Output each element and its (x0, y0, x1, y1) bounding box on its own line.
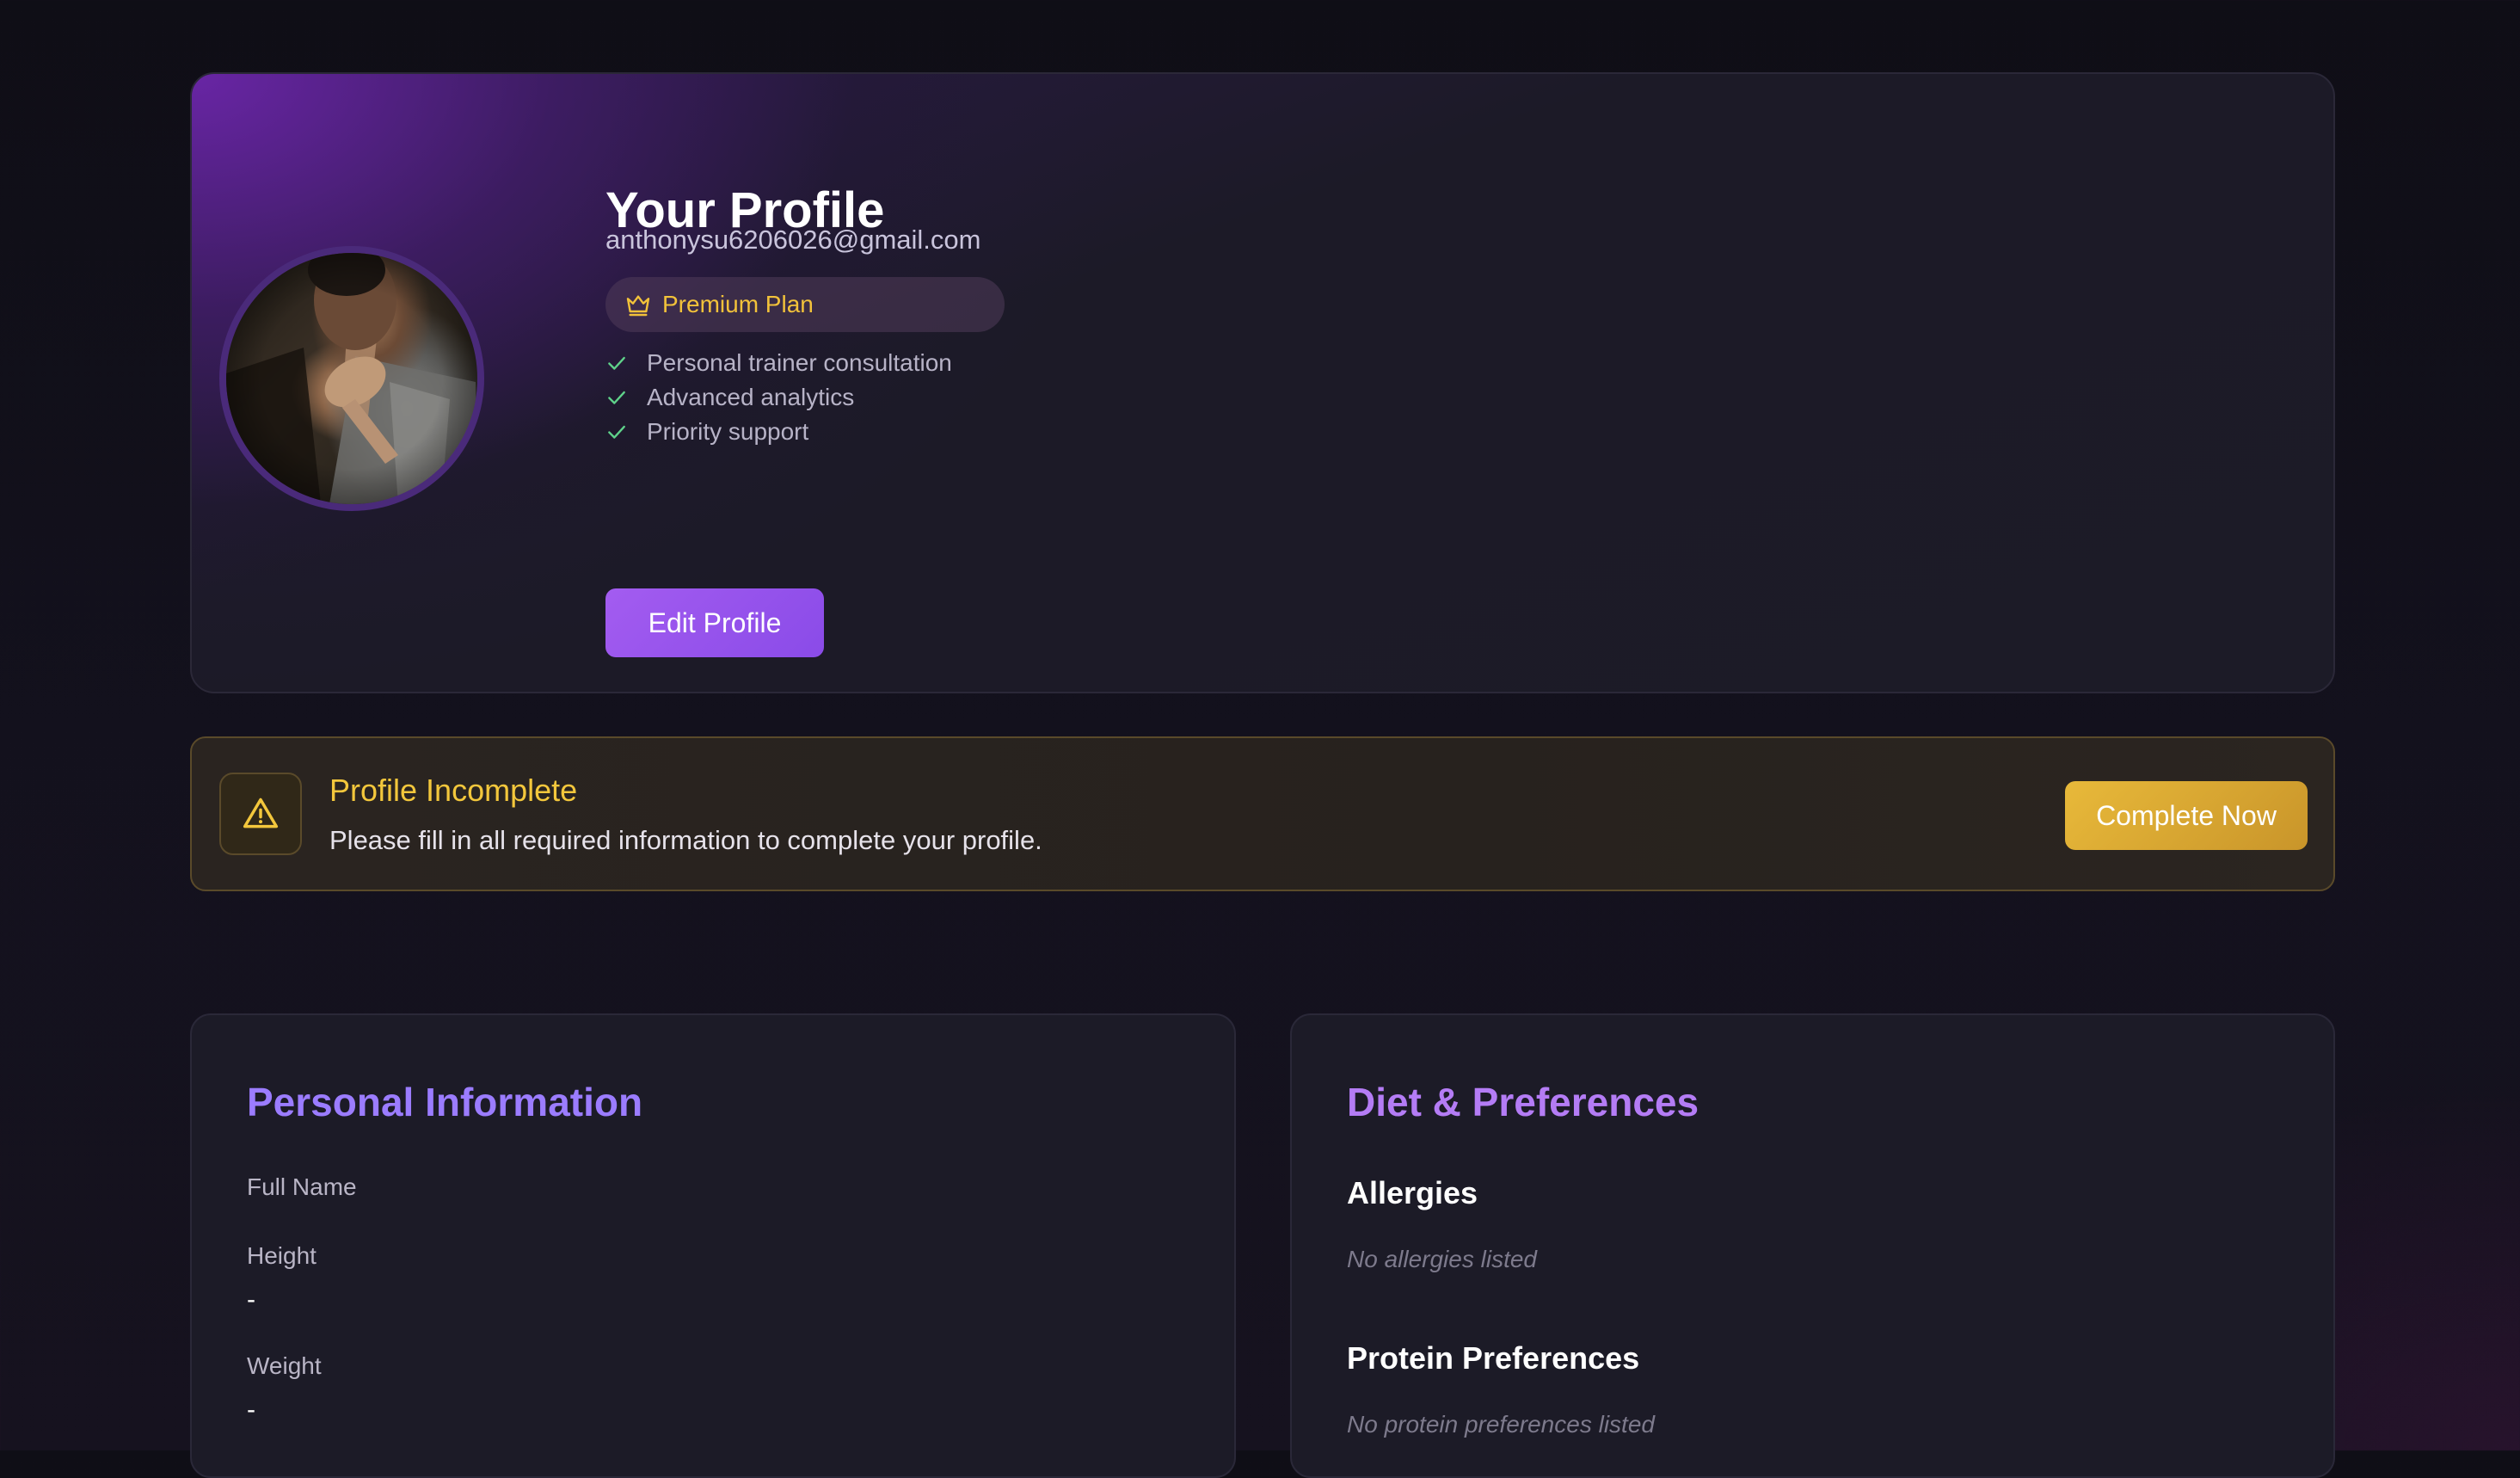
alert-title: Profile Incomplete (329, 773, 578, 808)
plan-badge: Premium Plan (605, 277, 1005, 332)
feature-label: Advanced analytics (647, 384, 855, 410)
profile-header-card: Your Profile anthonysu6206026@gmail.com … (190, 72, 2335, 693)
diet-preferences-card: Diet & Preferences Allergies No allergie… (1290, 1013, 2335, 1478)
check-icon (608, 425, 625, 439)
warning-triangle-icon (243, 798, 279, 828)
feature-item: Personal trainer consultation (605, 346, 952, 380)
height-value: - (247, 1285, 255, 1314)
profile-email: anthonysu6206026@gmail.com (605, 225, 981, 255)
height-label: Height (247, 1242, 317, 1269)
allergies-empty-text: No allergies listed (1347, 1246, 1537, 1272)
feature-item: Priority support (605, 415, 952, 449)
profile-incomplete-alert: Profile Incomplete Please fill in all re… (190, 736, 2335, 891)
avatar[interactable] (219, 246, 484, 511)
edit-profile-button[interactable]: Edit Profile (605, 588, 824, 657)
check-icon (608, 391, 625, 404)
weight-label: Weight (247, 1352, 322, 1379)
allergies-heading: Allergies (1347, 1175, 1478, 1210)
full-name-label: Full Name (247, 1173, 357, 1200)
feature-label: Personal trainer consultation (647, 349, 952, 376)
plan-label: Premium Plan (662, 291, 814, 317)
weight-value: - (247, 1395, 255, 1424)
protein-preferences-empty-text: No protein preferences listed (1347, 1411, 1655, 1438)
crown-icon (626, 295, 650, 317)
section-title: Diet & Preferences (1347, 1080, 1699, 1124)
complete-now-button[interactable]: Complete Now (2065, 781, 2308, 850)
check-icon (608, 356, 625, 370)
section-title: Personal Information (247, 1080, 643, 1124)
plan-features-list: Personal trainer consultation Advanced a… (605, 346, 952, 449)
alert-message: Please fill in all required information … (329, 825, 1042, 855)
protein-preferences-heading: Protein Preferences (1347, 1340, 1640, 1376)
avatar-photo (226, 253, 477, 504)
feature-label: Priority support (647, 418, 809, 445)
alert-icon-box (219, 773, 302, 855)
personal-information-card: Personal Information Full Name Height - … (190, 1013, 1236, 1478)
feature-item: Advanced analytics (605, 380, 952, 415)
